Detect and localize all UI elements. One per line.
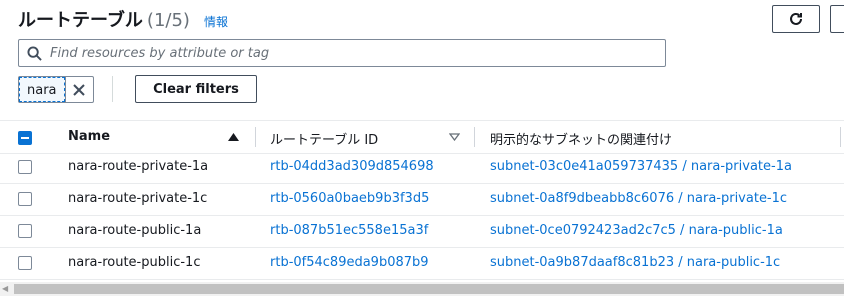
clear-filters-button[interactable]: Clear filters [135, 75, 257, 103]
row-checkbox[interactable] [18, 192, 32, 206]
row-route-table-id-link[interactable]: rtb-04dd3ad309d854698 [270, 159, 434, 174]
row-route-table-id-link[interactable]: rtb-087b51ec558e15a3f [270, 223, 428, 238]
row-checkbox[interactable] [18, 256, 32, 270]
column-separator[interactable] [840, 127, 841, 147]
page-header: ルートテーブル (1/5) 情報 [18, 6, 228, 32]
actions-button[interactable] [830, 5, 844, 33]
row-name: nara-route-private-1a [68, 159, 209, 174]
row-name: nara-route-public-1c [68, 255, 201, 270]
column-header-explicit-subnet-associations[interactable]: 明示的なサブネットの関連付け [490, 129, 672, 148]
scroll-left-icon[interactable]: ◀ [2, 284, 8, 293]
filter-token-dismiss-button[interactable] [64, 77, 93, 102]
column-header-route-table-id[interactable]: ルートテーブル ID [270, 129, 378, 148]
page-title: ルートテーブル [18, 10, 143, 31]
row-name: nara-route-private-1c [68, 191, 208, 206]
row-subnet-link[interactable]: subnet-0ce0792423ad2c7c5 / nara-public-1… [490, 223, 783, 238]
row-subnet-link[interactable]: subnet-0a8f9dbeabb8c6076 / nara-private-… [490, 191, 787, 206]
refresh-button[interactable] [772, 5, 820, 33]
refresh-icon [790, 12, 802, 25]
row-checkbox[interactable] [18, 160, 32, 174]
search-input[interactable] [50, 45, 650, 61]
filter-token: nara [18, 76, 94, 103]
select-all-checkbox[interactable] [18, 131, 32, 145]
row-subnet-link[interactable]: subnet-0a9b87daaf8c81b23 / nara-public-1… [490, 255, 780, 270]
column-header-name[interactable]: Name [68, 129, 110, 144]
row-route-table-id-link[interactable]: rtb-0560a0baeb9b3f3d5 [270, 191, 429, 206]
caret-down-outline-icon[interactable] [449, 133, 460, 141]
scrollbar-thumb[interactable] [14, 284, 844, 294]
close-icon [73, 83, 85, 96]
filter-divider [112, 76, 113, 102]
row-name: nara-route-public-1a [68, 223, 202, 238]
filter-token-label[interactable]: nara [19, 77, 65, 102]
caret-up-icon[interactable] [228, 133, 239, 141]
search-field[interactable] [18, 39, 666, 67]
row-subnet-link[interactable]: subnet-03c0e41a059737435 / nara-private-… [490, 159, 792, 174]
column-separator[interactable] [474, 127, 475, 147]
table-header [0, 120, 844, 154]
selection-count: (1/5) [146, 10, 190, 31]
row-route-table-id-link[interactable]: rtb-0f54c89eda9b087b9 [270, 255, 429, 270]
row-checkbox[interactable] [18, 224, 32, 238]
search-icon [27, 45, 42, 61]
info-link[interactable]: 情報 [204, 13, 228, 30]
column-separator[interactable] [255, 127, 256, 147]
